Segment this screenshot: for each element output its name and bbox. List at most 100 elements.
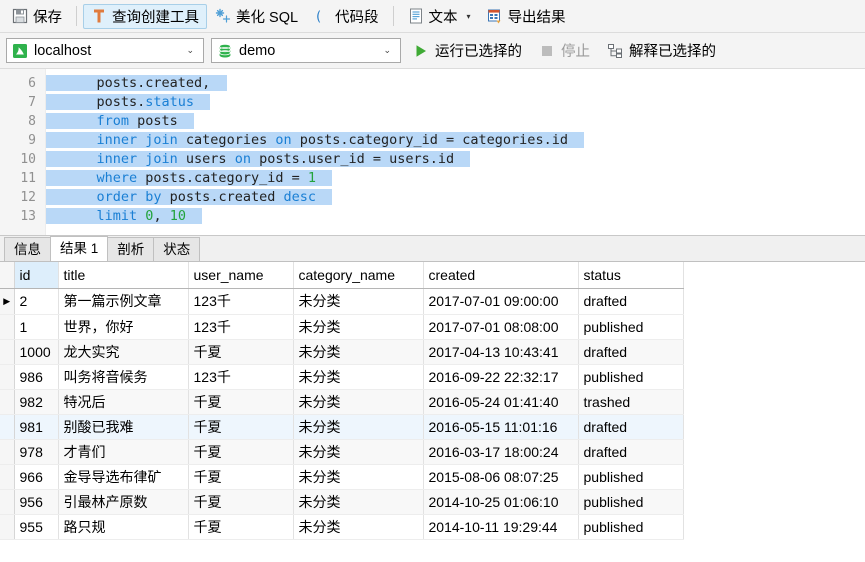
grid-cell-status[interactable]: drafted [578,439,684,465]
row-marker-cell[interactable] [0,339,15,365]
grid-cell-id[interactable]: 2 [14,288,59,315]
grid-cell-status[interactable]: trashed [578,389,684,415]
grid-cell-created[interactable]: 2017-07-01 08:08:00 [423,314,579,340]
result-tab[interactable]: 结果 1 [50,236,109,261]
table-row[interactable]: 955 路只规 千夏 未分类 2014-10-11 19:29:44 published [0,514,684,540]
code-line[interactable]: inner join users on posts.user_id = user… [46,150,865,169]
grid-cell-status[interactable]: published [578,464,684,490]
chevron-down-icon[interactable]: ⌄ [180,45,200,56]
table-row[interactable]: 986 叫务将音候务 123千 未分类 2016-09-22 22:32:17 publi… [0,364,684,390]
row-marker-cell[interactable] [0,439,15,465]
table-row[interactable]: ▶ 2 第一篇示例文章 123千 未分类 2017-07-01 09:00:00 draft… [0,288,684,315]
grid-cell-id[interactable]: 966 [14,464,59,490]
grid-cell-status[interactable]: drafted [578,339,684,365]
grid-column-header[interactable]: created [423,262,579,289]
table-row[interactable]: 981 别酸已我难 千夏 未分类 2016-05-15 11:01:16 drafted [0,414,684,440]
grid-cell-user-name[interactable]: 千夏 [188,439,294,465]
grid-cell-title[interactable]: 龙大实究 [58,339,189,365]
grid-column-header[interactable]: user_name [188,262,294,289]
grid-cell-status[interactable]: drafted [578,288,684,315]
row-marker-cell[interactable] [0,414,15,440]
grid-cell-created[interactable]: 2016-03-17 18:00:24 [423,439,579,465]
grid-column-header[interactable]: title [58,262,189,289]
grid-cell-status[interactable]: published [578,314,684,340]
grid-cell-status[interactable]: published [578,364,684,390]
row-marker-cell[interactable]: ▶ [0,288,15,315]
grid-cell-title[interactable]: 特况后 [58,389,189,415]
grid-cell-id[interactable]: 978 [14,439,59,465]
grid-cell-status[interactable]: published [578,514,684,540]
grid-cell-title[interactable]: 金导导选布律矿 [58,464,189,490]
grid-cell-category-name[interactable]: 未分类 [293,389,424,415]
sql-code-area[interactable]: posts.created, posts.status from posts i… [46,69,865,235]
code-line[interactable]: where posts.category_id = 1 [46,169,865,188]
table-row[interactable]: 982 特况后 千夏 未分类 2016-05-24 01:41:40 trashed [0,389,684,415]
table-row[interactable]: 966 金导导选布律矿 千夏 未分类 2015-08-06 08:07:25 publis… [0,464,684,490]
grid-cell-category-name[interactable]: 未分类 [293,514,424,540]
row-marker-cell[interactable] [0,464,15,490]
grid-cell-title[interactable]: 路只规 [58,514,189,540]
code-snippet-button[interactable]: ( ) 代码段 [306,4,387,29]
grid-cell-category-name[interactable]: 未分类 [293,314,424,340]
result-tab[interactable]: 状态 [153,237,201,261]
row-marker-cell[interactable] [0,514,15,540]
grid-cell-title[interactable]: 世界，你好 [58,314,189,340]
code-line[interactable]: from posts [46,112,865,131]
database-select[interactable]: demo ⌄ [211,38,401,63]
grid-cell-user-name[interactable]: 123千 [188,288,294,315]
grid-cell-created[interactable]: 2015-08-06 08:07:25 [423,464,579,490]
grid-cell-title[interactable]: 第一篇示例文章 [58,288,189,315]
grid-cell-id[interactable]: 956 [14,489,59,515]
grid-cell-user-name[interactable]: 123千 [188,364,294,390]
grid-cell-user-name[interactable]: 千夏 [188,489,294,515]
grid-cell-user-name[interactable]: 千夏 [188,414,294,440]
grid-cell-status[interactable]: drafted [578,414,684,440]
chevron-down-icon[interactable]: ▾ [467,12,471,21]
grid-cell-id[interactable]: 955 [14,514,59,540]
code-line[interactable]: inner join categories on posts.category_… [46,131,865,150]
grid-cell-status[interactable]: published [578,489,684,515]
result-grid-container[interactable]: id title user_name category_name created stat… [0,262,865,562]
beautify-sql-button[interactable]: 美化 SQL [207,4,306,29]
table-row[interactable]: 956 引最林产原数 千夏 未分类 2014-10-25 01:06:10 publish… [0,489,684,515]
grid-cell-category-name[interactable]: 未分类 [293,489,424,515]
chevron-down-icon[interactable]: ⌄ [377,45,397,56]
grid-cell-created[interactable]: 2014-10-11 19:29:44 [423,514,579,540]
grid-column-header[interactable]: category_name [293,262,424,289]
code-line[interactable]: posts.status [46,93,865,112]
grid-column-header[interactable]: id [14,262,59,289]
grid-cell-title[interactable]: 引最林产原数 [58,489,189,515]
query-builder-button[interactable]: 查询创建工具 [83,3,207,29]
grid-cell-id[interactable]: 1 [14,314,59,340]
grid-cell-id[interactable]: 986 [14,364,59,390]
grid-cell-user-name[interactable]: 千夏 [188,339,294,365]
grid-cell-id[interactable]: 981 [14,414,59,440]
grid-cell-created[interactable]: 2016-05-24 01:41:40 [423,389,579,415]
grid-cell-user-name[interactable]: 千夏 [188,389,294,415]
table-row[interactable]: 1000 龙大实究 千夏 未分类 2017-04-13 10:43:41 drafted [0,339,684,365]
row-marker-cell[interactable] [0,364,15,390]
sql-editor[interactable]: 6 7 8 9 10 11 12 13 posts.created, posts.status… [0,69,865,236]
grid-cell-created[interactable]: 2017-04-13 10:43:41 [423,339,579,365]
grid-cell-category-name[interactable]: 未分类 [293,414,424,440]
grid-cell-created[interactable]: 2017-07-01 09:00:00 [423,288,579,315]
grid-cell-created[interactable]: 2016-05-15 11:01:16 [423,414,579,440]
code-line[interactable]: order by posts.created desc [46,188,865,207]
grid-cell-user-name[interactable]: 123千 [188,314,294,340]
code-line[interactable]: posts.created, [46,74,865,93]
code-line[interactable]: limit 0, 10 [46,207,865,226]
grid-cell-id[interactable]: 1000 [14,339,59,365]
grid-cell-created[interactable]: 2016-09-22 22:32:17 [423,364,579,390]
grid-cell-title[interactable]: 叫务将音候务 [58,364,189,390]
result-tab[interactable]: 信息 [4,237,51,261]
connection-select[interactable]: localhost ⌄ [6,38,204,63]
explain-selected-button[interactable]: 解释已选择的 [602,38,721,63]
row-marker-cell[interactable] [0,314,15,340]
grid-cell-user-name[interactable]: 千夏 [188,514,294,540]
table-row[interactable]: 1 世界，你好 123千 未分类 2017-07-01 08:08:00 publishe… [0,314,684,340]
grid-cell-category-name[interactable]: 未分类 [293,288,424,315]
grid-cell-created[interactable]: 2014-10-25 01:06:10 [423,489,579,515]
table-row[interactable]: 978 才青们 千夏 未分类 2016-03-17 18:00:24 drafted [0,439,684,465]
grid-cell-category-name[interactable]: 未分类 [293,364,424,390]
row-marker-cell[interactable] [0,389,15,415]
